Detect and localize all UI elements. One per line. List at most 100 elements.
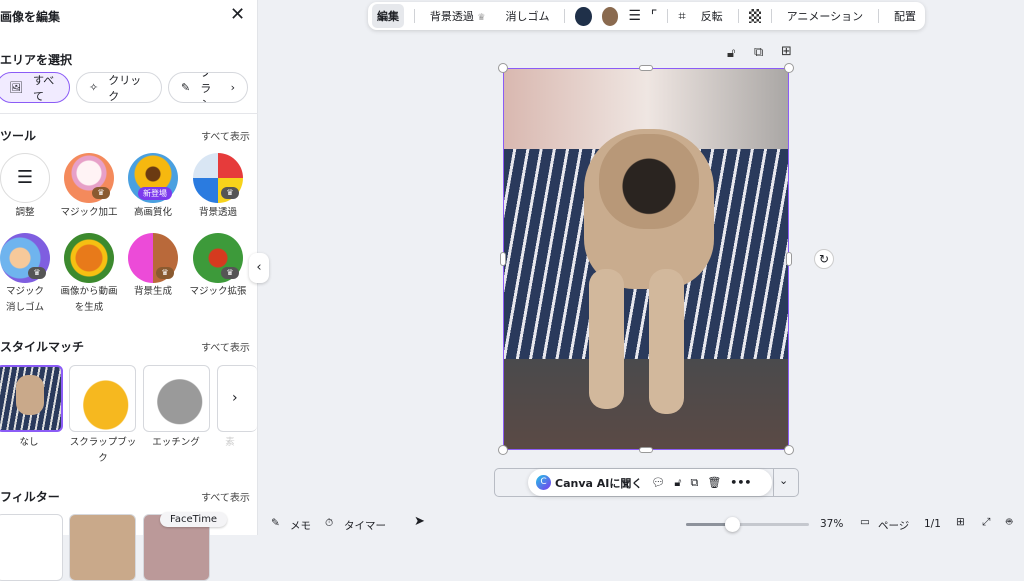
filter-thumb[interactable] bbox=[69, 514, 136, 581]
resize-handle[interactable] bbox=[639, 447, 653, 453]
style-none[interactable] bbox=[0, 365, 63, 432]
top-toolbar: 編集 背景透過 ♛ 消しゴム ☰ ⌜ ⌗ 反転 アニメーション 配置 bbox=[368, 2, 925, 30]
chip-label: クリック bbox=[108, 73, 142, 103]
timer-icon[interactable]: ⏱︎ bbox=[325, 517, 333, 530]
grid-view-icon[interactable]: ⊞ bbox=[956, 516, 965, 528]
canva-ai-icon: C bbox=[536, 475, 551, 490]
tool-bg-remove[interactable]: ♛ bbox=[193, 153, 243, 203]
selected-image[interactable] bbox=[503, 68, 789, 450]
transparency-icon[interactable] bbox=[748, 9, 761, 23]
flip-button[interactable]: 反転 bbox=[696, 4, 728, 28]
tool-adjust[interactable]: ☰ bbox=[0, 153, 50, 203]
pages-button[interactable]: ページ bbox=[878, 518, 909, 533]
crown-icon: ♛ bbox=[28, 267, 46, 279]
status-bar: ✎ メモ ⏱︎ タイマー ➤ 37% ▭ ページ 1/1 ⊞ ⤢ 🤖︎ bbox=[260, 514, 1024, 535]
filter-see-all[interactable]: すべて表示 bbox=[201, 489, 250, 504]
crown-icon: ♛ bbox=[92, 187, 110, 199]
lock-icon[interactable]: 🔓︎ bbox=[727, 46, 735, 61]
label: 背景透過 bbox=[429, 10, 474, 23]
resize-handle[interactable] bbox=[786, 252, 792, 266]
style-label: ク bbox=[98, 453, 108, 464]
context-menu: C Canva AIに聞く 💬︎ 🔓︎ ⧉ 🗑︎ ••• bbox=[528, 469, 772, 496]
resize-handle[interactable] bbox=[784, 63, 794, 73]
animation-button[interactable]: アニメーション bbox=[782, 4, 869, 28]
resize-handle[interactable] bbox=[498, 63, 508, 73]
assistant-icon[interactable]: 🤖︎ bbox=[1006, 515, 1012, 530]
sparkle-cursor-icon: ✧ bbox=[89, 81, 99, 94]
zoom-slider-thumb[interactable] bbox=[724, 517, 740, 532]
chevron-down-icon[interactable]: ⌄ bbox=[779, 474, 788, 487]
duplicate-icon[interactable]: ⧉ bbox=[690, 476, 698, 490]
divider bbox=[0, 113, 258, 114]
add-page-icon[interactable]: ⊞ bbox=[781, 44, 792, 59]
tools-title: ツール bbox=[0, 129, 37, 143]
zoom-level[interactable]: 37% bbox=[820, 518, 843, 530]
color-swatch-navy[interactable] bbox=[575, 6, 592, 26]
resize-handle[interactable] bbox=[784, 445, 794, 455]
fullscreen-icon[interactable]: ⤢ bbox=[982, 516, 990, 529]
style-etching[interactable] bbox=[143, 365, 210, 432]
style-match-title: スタイルマッチ bbox=[0, 340, 85, 354]
corner-radius-icon[interactable]: ⌜ bbox=[651, 8, 658, 24]
color-swatch-brown[interactable] bbox=[601, 6, 619, 26]
resize-handle[interactable] bbox=[498, 445, 508, 455]
tool-bg-generate[interactable]: ♛ bbox=[128, 233, 178, 283]
rotate-icon[interactable]: ↻ bbox=[814, 249, 834, 269]
area-chip-brush[interactable]: ✎ ブラシ › bbox=[168, 72, 248, 103]
pages-icon[interactable]: ▭ bbox=[860, 516, 870, 528]
lock-icon[interactable]: 🔓︎ bbox=[674, 476, 681, 490]
ask-canva-ai-button[interactable]: Canva AIに聞く bbox=[555, 475, 642, 491]
chip-label: ブラシ bbox=[200, 72, 212, 102]
tool-magic-eraser[interactable]: ♛ bbox=[0, 233, 50, 283]
notes-button[interactable]: メモ bbox=[290, 518, 311, 533]
divider bbox=[737, 9, 739, 23]
filter-thumb[interactable] bbox=[0, 514, 63, 581]
pug-thumbnail bbox=[16, 375, 44, 415]
close-icon[interactable]: ✕ bbox=[230, 4, 245, 25]
tool-label: 背景透過 bbox=[198, 207, 237, 218]
brush-icon: ✎ bbox=[181, 81, 191, 94]
comment-add-icon[interactable]: 💬︎ bbox=[651, 476, 665, 489]
crown-icon: ♛ bbox=[221, 267, 239, 279]
style-label: エッチング bbox=[152, 437, 200, 448]
crown-icon: ♛ bbox=[156, 267, 174, 279]
bg-remove-button[interactable]: 背景透過 ♛ bbox=[425, 4, 491, 28]
tools-see-all[interactable]: すべて表示 bbox=[201, 128, 250, 143]
more-icon[interactable]: ••• bbox=[730, 476, 751, 489]
pug-face bbox=[599, 134, 699, 229]
resize-handle[interactable] bbox=[500, 252, 506, 266]
border-style-icon[interactable]: ☰ bbox=[628, 8, 641, 24]
new-badge: 新登場 bbox=[138, 187, 172, 200]
area-chip-all[interactable]: 🖼 すべて bbox=[0, 72, 70, 103]
area-title: エリアを選択 bbox=[0, 53, 73, 67]
style-see-all[interactable]: すべて表示 bbox=[201, 339, 250, 354]
collapse-panel-button[interactable]: ‹ bbox=[249, 253, 269, 283]
eraser-button[interactable]: 消しゴム bbox=[500, 4, 554, 28]
area-chip-click[interactable]: ✧ クリック bbox=[76, 72, 162, 103]
zoom-slider[interactable] bbox=[686, 517, 809, 532]
resize-handle[interactable] bbox=[639, 65, 653, 71]
crop-icon[interactable]: ⌗ bbox=[678, 9, 685, 24]
chevron-right-icon[interactable]: › bbox=[231, 81, 235, 94]
crown-icon: ♛ bbox=[221, 187, 239, 199]
tool-magic-edit[interactable]: ♛ bbox=[64, 153, 114, 203]
tool-magic-expand[interactable]: ♛ bbox=[193, 233, 243, 283]
edit-button[interactable]: 編集 bbox=[372, 4, 404, 28]
tool-image-to-video[interactable] bbox=[64, 233, 114, 283]
style-label: 素 bbox=[225, 437, 235, 448]
notes-icon[interactable]: ✎ bbox=[271, 517, 280, 529]
tool-label: を生成 bbox=[74, 302, 104, 313]
panel-title: 画像を編集 bbox=[0, 10, 61, 24]
page-count: 1/1 bbox=[924, 518, 941, 530]
sliders-icon: ☰ bbox=[16, 167, 34, 188]
trash-icon[interactable]: 🗑︎ bbox=[707, 476, 721, 489]
filter-title: フィルター bbox=[0, 490, 60, 504]
position-button[interactable]: 配置 bbox=[889, 4, 921, 28]
style-next[interactable]: › bbox=[217, 365, 257, 432]
pug-leg bbox=[589, 269, 624, 409]
duplicate-icon[interactable]: ⧉ bbox=[754, 45, 763, 60]
style-scrapbook[interactable] bbox=[69, 365, 136, 432]
tool-upscale[interactable]: 新登場 bbox=[128, 153, 178, 203]
chevron-right-icon[interactable]: › bbox=[232, 390, 238, 406]
timer-button[interactable]: タイマー bbox=[344, 518, 386, 533]
